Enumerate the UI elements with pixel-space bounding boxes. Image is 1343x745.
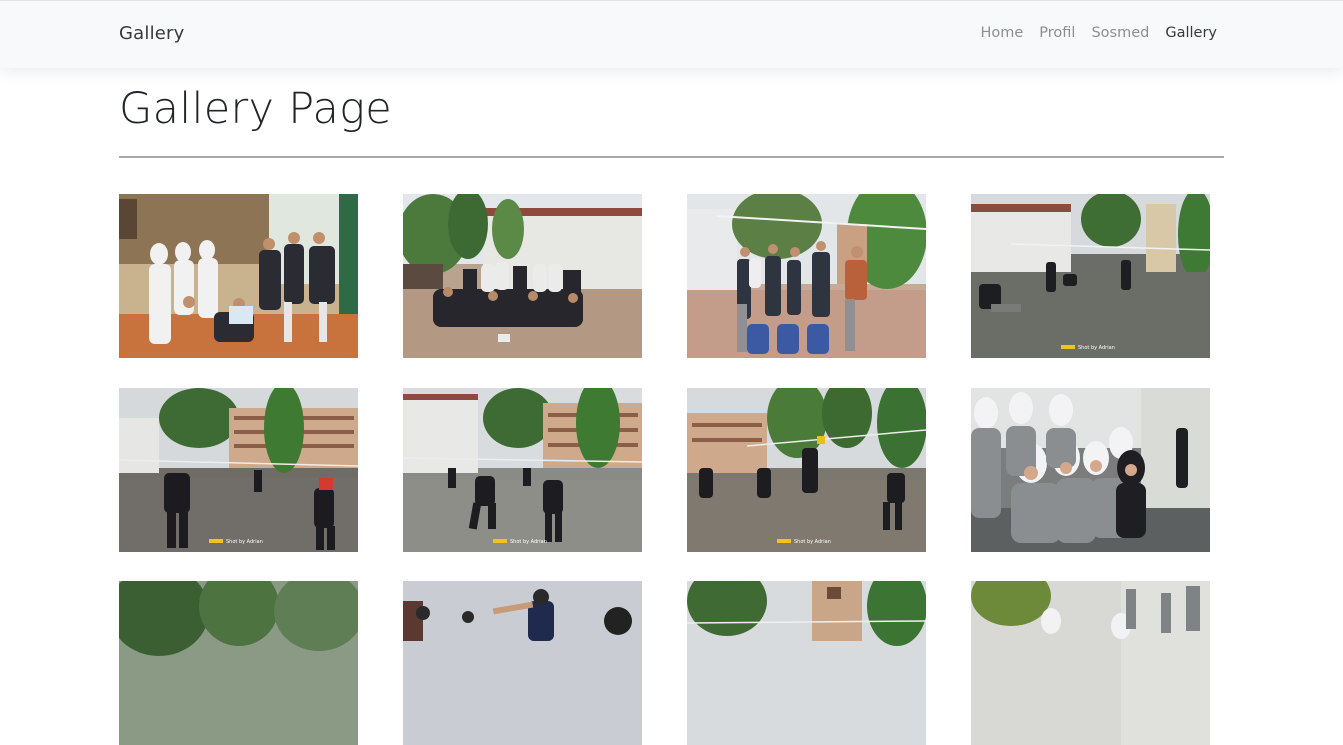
photo-watermark: Shot by Adrian (1078, 345, 1115, 351)
gallery-photo-7[interactable]: Shot by Adrian (687, 388, 926, 552)
photo-watermark: Shot by Adrian (226, 539, 263, 545)
gallery-photo-4[interactable]: Shot by Adrian (971, 194, 1210, 358)
trees-image (119, 581, 358, 745)
navbar-brand[interactable]: Gallery (119, 23, 185, 44)
page-title: Gallery Page (119, 84, 393, 134)
navbar: Gallery Home Profil Sosmed Gallery (0, 0, 1343, 68)
nav-links: Home Profil Sosmed Gallery (980, 25, 1217, 41)
gallery-photo-2[interactable] (403, 194, 642, 358)
gallery-photo-5[interactable]: Shot by Adrian (119, 388, 358, 552)
gallery-photo-12[interactable] (971, 581, 1210, 745)
gallery-photo-6[interactable]: Shot by Adrian (403, 388, 642, 552)
volleyball-court-image: Shot by Adrian (971, 194, 1210, 358)
students-courtyard-image (971, 581, 1210, 745)
gallery-photo-8[interactable] (971, 388, 1210, 552)
volleyball-match-image: Shot by Adrian (403, 388, 642, 552)
photo-watermark: Shot by Adrian (510, 539, 547, 545)
group-outdoor-image (403, 194, 642, 358)
gallery-photo-11[interactable] (687, 581, 926, 745)
students-sitting-image (971, 388, 1210, 552)
gallery-photo-3[interactable] (687, 194, 926, 358)
gallery-photo-1[interactable] (119, 194, 358, 358)
title-divider (119, 156, 1224, 158)
nav-home[interactable]: Home (980, 25, 1023, 41)
volleyball-match-image: Shot by Adrian (687, 388, 926, 552)
group-photo-image (119, 194, 358, 358)
building-trees-image (687, 581, 926, 745)
nav-gallery[interactable]: Gallery (1165, 25, 1217, 41)
nav-profil[interactable]: Profil (1039, 25, 1075, 41)
gallery-photo-9[interactable] (119, 581, 358, 745)
photo-watermark: Shot by Adrian (794, 539, 831, 545)
nav-sosmed[interactable]: Sosmed (1091, 25, 1149, 41)
volleyball-match-image: Shot by Adrian (119, 388, 358, 552)
gallery-photo-10[interactable] (403, 581, 642, 745)
volleyball-jump-image (403, 581, 642, 745)
volleyball-group-image (687, 194, 926, 358)
